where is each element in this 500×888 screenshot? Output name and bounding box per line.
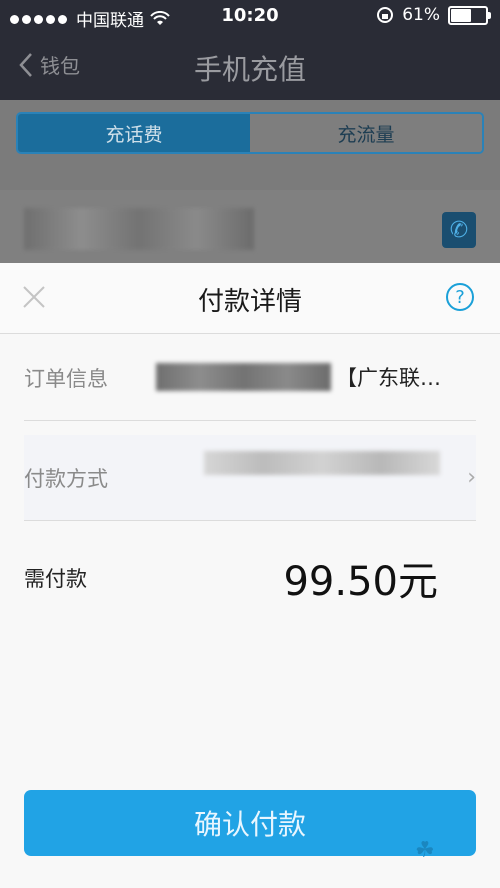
- order-info-value: 【广东联…: [336, 366, 441, 390]
- blurred-order-details: [156, 363, 331, 391]
- page-title: 手机充值: [193, 53, 306, 86]
- nav-bar: 钱包 手机充值: [0, 34, 500, 100]
- tab-phone-credit[interactable]: 充话费: [18, 114, 250, 152]
- tab-data-plan[interactable]: 充流量: [250, 114, 482, 152]
- battery-fill: [451, 8, 471, 22]
- recharge-type-tabs: 充话费 充流量: [16, 112, 484, 154]
- status-right: 61%: [376, 5, 491, 25]
- payment-method-label: 付款方式: [24, 467, 108, 491]
- blurred-phone-number: [24, 208, 254, 250]
- order-info-label: 订单信息: [24, 367, 108, 391]
- sheet-header: 付款详情 ?: [0, 263, 500, 334]
- question-circle-icon[interactable]: ?: [446, 283, 474, 311]
- battery-icon: [448, 5, 491, 25]
- payment-method-row[interactable]: 付款方式 ›: [24, 435, 476, 521]
- paw-watermark-icon: ☘: [415, 838, 435, 863]
- sheet-title: 付款详情: [197, 287, 302, 317]
- amount-due-label: 需付款: [24, 567, 87, 591]
- blurred-payment-method: [204, 451, 440, 475]
- phone-book-icon[interactable]: ✆: [442, 212, 476, 248]
- rotation-lock-icon: [377, 7, 394, 23]
- status-bar: 中国联通 10:20 61%: [0, 0, 500, 34]
- confirm-payment-button[interactable]: 确认付款: [24, 790, 476, 856]
- battery-percent: 61%: [402, 5, 440, 25]
- payment-details-sheet: 付款详情 ? 订单信息 【广东联… 付款方式 › 需付款 99.50元 确认付款…: [0, 263, 500, 888]
- chevron-right-icon: ›: [467, 465, 476, 490]
- order-info-row: 订单信息 【广东联…: [24, 335, 476, 421]
- amount-due-value: 99.50元: [283, 559, 438, 605]
